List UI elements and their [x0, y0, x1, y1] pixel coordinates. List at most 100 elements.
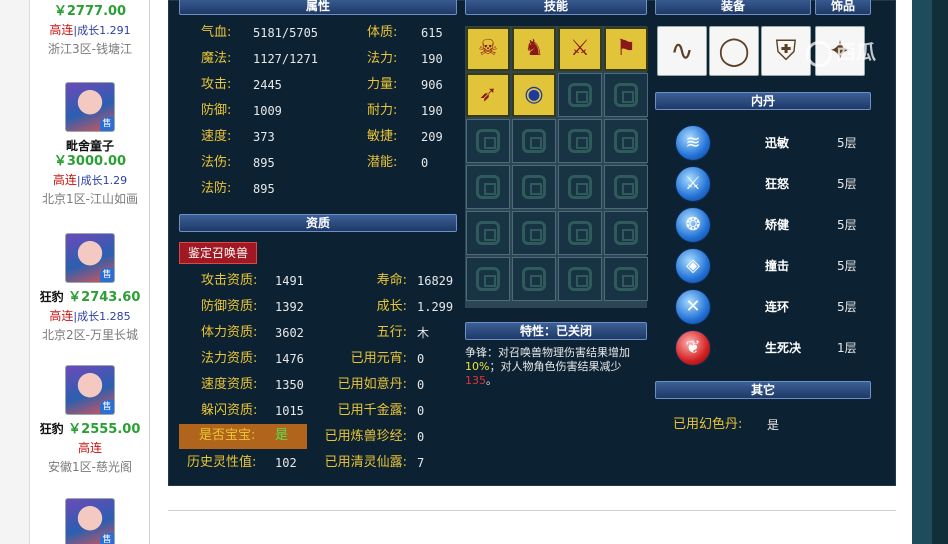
- skill-slot[interactable]: ⚑: [604, 27, 648, 71]
- listing-price: ￥2743.60: [68, 290, 141, 305]
- knot-icon: [476, 129, 500, 153]
- pet-avatar[interactable]: 售: [65, 498, 115, 544]
- aptitude-value: 16829: [417, 274, 454, 288]
- aptitude-label: 已用元宵:: [350, 351, 407, 366]
- listing-tag: 高连: [49, 309, 74, 323]
- aptitude-value: 0: [417, 404, 425, 418]
- aptitude-value: 0: [417, 378, 425, 392]
- listing-growth: |成长1.291: [73, 24, 131, 37]
- attr-label: 潜能:: [367, 155, 398, 170]
- skill-slot[interactable]: ➶: [466, 73, 510, 117]
- inner-dan-row[interactable]: ❂ 矫健 5层: [675, 207, 875, 245]
- sell-badge: 售: [100, 400, 114, 414]
- knot-icon: [476, 267, 500, 291]
- accessory-header: 饰品: [815, 0, 871, 15]
- right-edge-strip: [912, 0, 932, 544]
- pet-name: 狂豹: [39, 290, 64, 304]
- inner-dan-level: 5层: [837, 218, 857, 232]
- aptitude-label: 五行:: [376, 325, 407, 340]
- aptitude-label: 已用如意丹:: [337, 377, 407, 392]
- watermark-text: 西瓜: [836, 40, 876, 64]
- attr-value: 906: [421, 78, 443, 92]
- skill-slot[interactable]: ⚔: [558, 27, 602, 71]
- attr-value: 5181/5705: [253, 26, 319, 40]
- sell-badge: 售: [100, 268, 114, 282]
- attr-label: 力量:: [367, 77, 398, 92]
- aptitude-label: 攻击资质:: [201, 273, 258, 288]
- empty-skill-slot: [558, 165, 602, 209]
- empty-skill-slot: [558, 257, 602, 301]
- other-header: 其它: [655, 381, 871, 399]
- listing-item[interactable]: 售: [30, 498, 150, 544]
- inner-dan-row[interactable]: ❦ 生死决 1层: [675, 330, 875, 368]
- listing-item[interactable]: 售 毗舍童子 ￥3000.00 高连|成长1.29 北京1区-江山如画: [30, 82, 150, 207]
- listing-item[interactable]: ￥2777.00 高连|成长1.291 浙江3区-钱塘江: [30, 4, 150, 57]
- inner-dan-row[interactable]: ≋ 迅敏 5层: [675, 125, 875, 163]
- empty-skill-slot: [604, 119, 648, 163]
- armor-icon[interactable]: ⛨: [761, 26, 811, 76]
- aptitude-header: 资质: [179, 214, 457, 232]
- inner-dan-header: 内丹: [655, 92, 871, 110]
- attr-label: 法伤:: [201, 155, 232, 170]
- is-baby-label: 是否宝宝:: [199, 428, 256, 443]
- listing-price: ￥3000.00: [53, 154, 127, 169]
- inner-dan-row[interactable]: ◈ 撞击 5层: [675, 248, 875, 286]
- knot-icon: [568, 221, 592, 245]
- knot-icon: [522, 267, 546, 291]
- listing-server: 北京2区-万里长城: [42, 328, 138, 342]
- listing-item[interactable]: 售 狂豹 ￥2743.60 高连|成长1.285 北京2区-万里长城: [30, 233, 150, 343]
- attributes-header: 属性: [179, 0, 457, 15]
- attr-value: 895: [253, 182, 275, 196]
- attr-label: 气血:: [201, 25, 232, 40]
- aptitude-value: 1392: [275, 300, 304, 314]
- pet-avatar[interactable]: 售: [65, 233, 115, 283]
- knot-icon: [614, 267, 638, 291]
- pet-avatar[interactable]: 售: [65, 365, 115, 415]
- empty-skill-slot: [604, 165, 648, 209]
- appraise-pet-button[interactable]: 鉴定召唤兽: [179, 242, 257, 264]
- aptitude-value: 木: [417, 326, 430, 340]
- knot-icon: [568, 175, 592, 199]
- sword-skill-icon: ⚔: [570, 36, 590, 61]
- aptitude-label: 寿命:: [376, 273, 407, 288]
- divider: [168, 510, 896, 511]
- pet-avatar[interactable]: 售: [65, 82, 115, 132]
- skill-slot[interactable]: ♞: [512, 27, 556, 71]
- rage-dan-icon: ⚔: [675, 166, 711, 202]
- scroll-skill-icon: ⚑: [616, 36, 636, 61]
- attr-value: 373: [253, 130, 275, 144]
- inner-dan-row[interactable]: ⚔ 狂怒 5层: [675, 166, 875, 204]
- inner-dan-level: 5层: [837, 136, 857, 150]
- attr-label: 防御:: [201, 103, 232, 118]
- pet-name: 毗舍童子: [65, 139, 114, 153]
- attr-value: 190: [421, 104, 443, 118]
- right-edge-strip-dark: [932, 0, 948, 544]
- history-label: 历史灵性值:: [187, 455, 257, 470]
- ring-icon[interactable]: ◯: [709, 26, 759, 76]
- necklace-icon[interactable]: ∿: [657, 26, 707, 76]
- inner-dan-row[interactable]: ✕ 连环 5层: [675, 289, 875, 327]
- inner-dan-level: 5层: [837, 259, 857, 273]
- listing-column: ￥2777.00 高连|成长1.291 浙江3区-钱塘江 售 毗舍童子 ￥300…: [30, 0, 150, 544]
- knot-icon: [476, 175, 500, 199]
- aptitude-value: 1350: [275, 378, 304, 392]
- trait-line2: ；对人物角色伤害结果减少: [489, 360, 622, 373]
- attr-label: 耐力:: [367, 103, 398, 118]
- history-value: 102: [275, 456, 297, 470]
- sell-badge: 售: [100, 533, 114, 544]
- listing-item[interactable]: 售 狂豹 ￥2555.00 高连 安徽1区-慈光阁: [30, 365, 150, 475]
- attr-label: 敏捷:: [367, 129, 398, 144]
- empty-skill-slot: [466, 165, 510, 209]
- empty-skill-slot: [466, 211, 510, 255]
- combo-dan-icon: ✕: [675, 289, 711, 325]
- aptitude-value: 0: [417, 430, 425, 444]
- skill-slot[interactable]: ☠: [466, 27, 510, 71]
- inner-dan-level: 5层: [837, 177, 857, 191]
- skill-slot[interactable]: ◉: [512, 73, 556, 117]
- listing-server: 北京1区-江山如画: [42, 192, 138, 206]
- attr-label: 法力:: [367, 51, 398, 66]
- listing-tag: 高连: [77, 441, 102, 455]
- pet-name: 狂豹: [39, 422, 64, 436]
- trait-header: 特性：已关闭: [465, 322, 647, 340]
- skull-skill-icon: ☠: [478, 36, 498, 61]
